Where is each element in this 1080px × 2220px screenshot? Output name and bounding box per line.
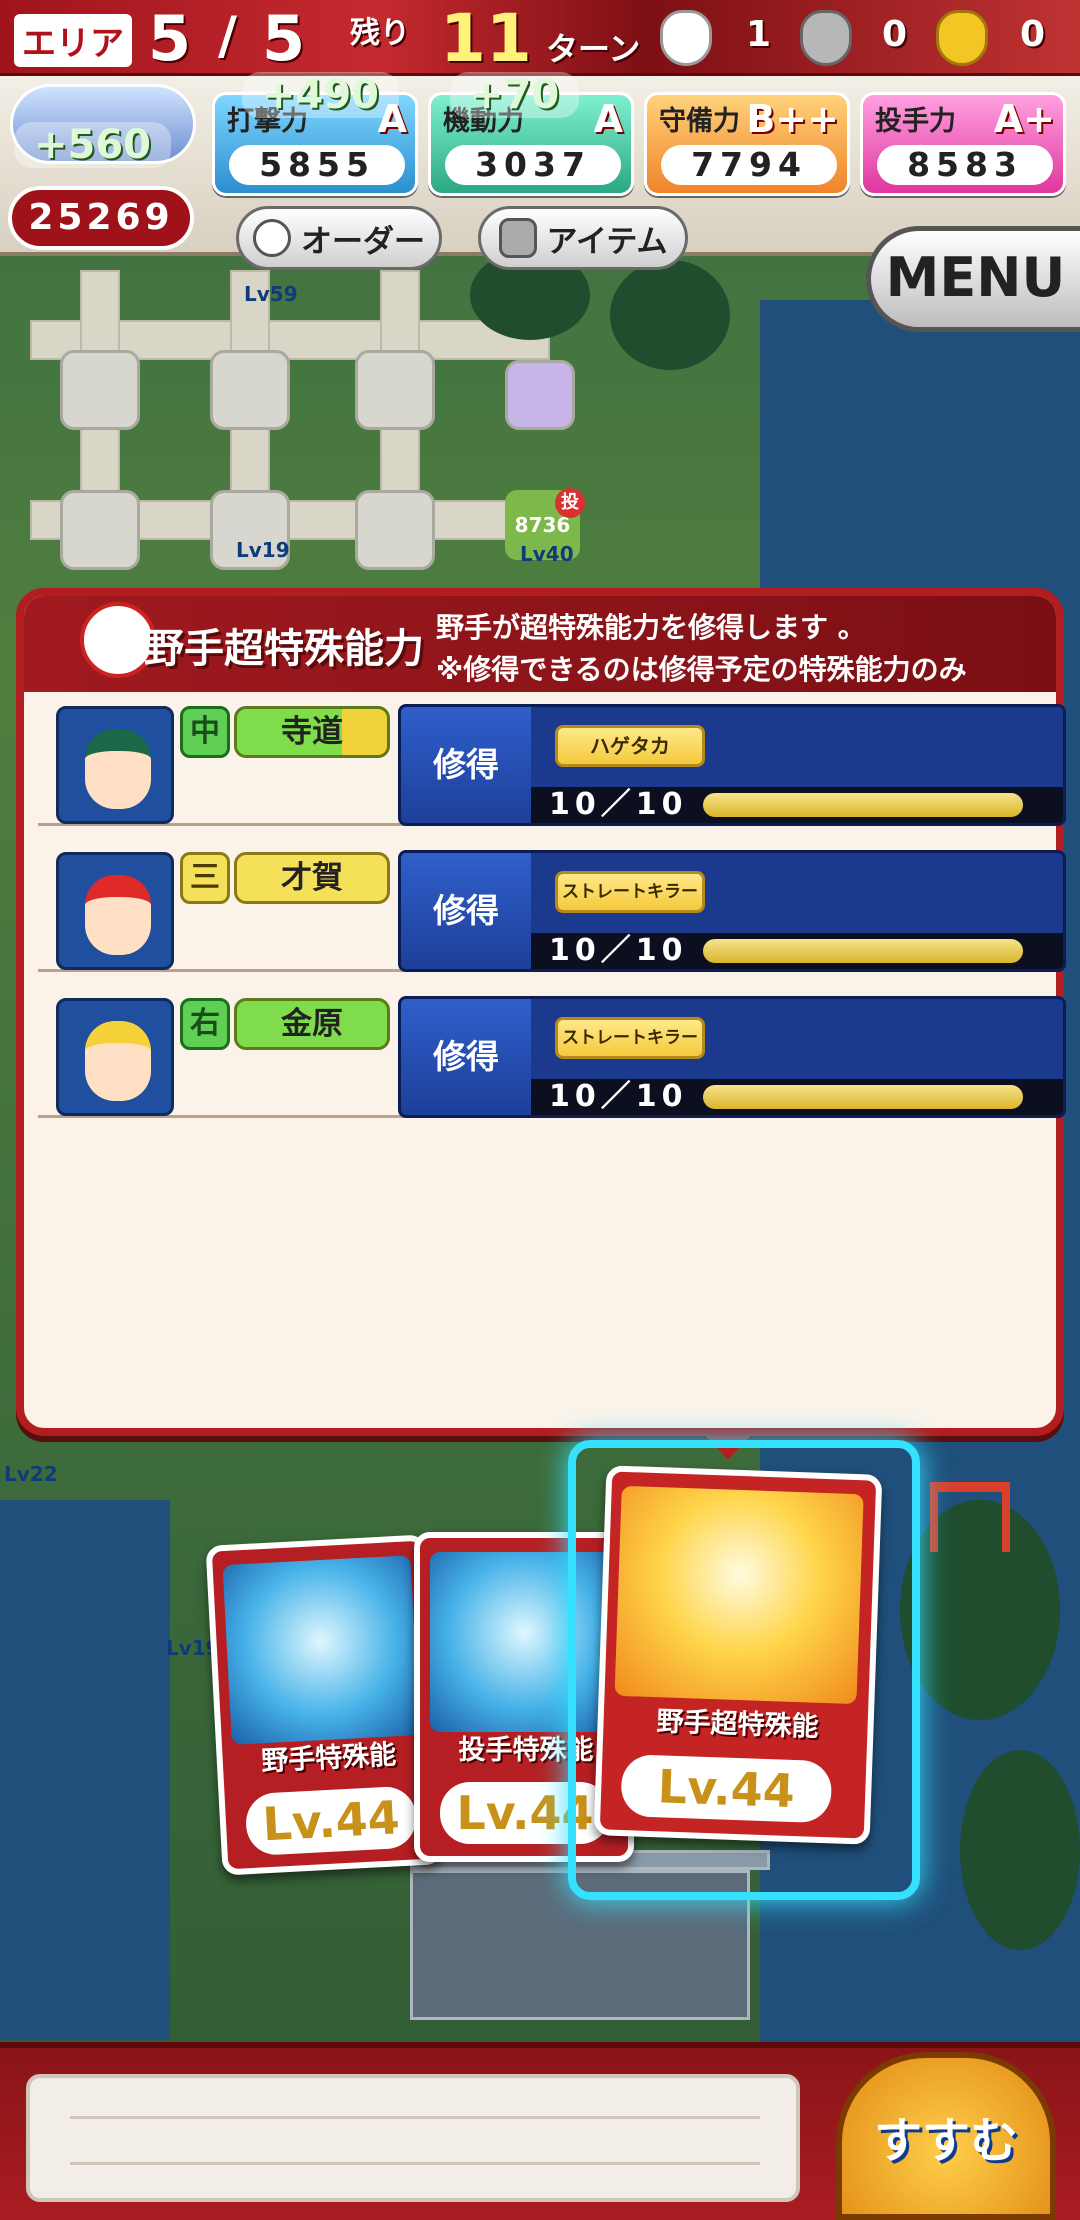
progress-bar — [703, 939, 1023, 963]
progress-bar — [703, 793, 1023, 817]
top-status-bar: エリア 5 / 5 残り 11 ターン 1 0 0 — [0, 0, 1080, 77]
skill-tag: ストレートキラー — [555, 1017, 705, 1059]
backpack-icon — [498, 218, 537, 258]
card-title: 野手超特殊能 — [656, 1706, 820, 1743]
overall-strength-value: 25269 — [8, 186, 194, 250]
pitching-value: 8583 — [877, 145, 1053, 185]
overall-increase-bubble: +560 — [14, 122, 172, 168]
acquire-panel[interactable]: 修得 ストレートキラー 10／10 — [398, 996, 1066, 1118]
position-badge: 中 — [180, 706, 230, 758]
batter-icon — [253, 219, 291, 257]
items-button[interactable]: アイテム — [478, 206, 688, 270]
bag-square[interactable] — [505, 360, 575, 430]
player-portrait — [56, 706, 174, 824]
progress-strip: 10／10 — [531, 1079, 1063, 1115]
progress-strip: 10／10 — [531, 787, 1063, 823]
area-label: エリア — [14, 14, 132, 67]
player-portrait — [56, 998, 174, 1116]
mobility-value: 3037 — [445, 145, 621, 185]
tree — [610, 260, 730, 370]
map-level-label: Lv22 — [4, 1462, 58, 1486]
message-line — [70, 2162, 760, 2165]
mobility-increase-bubble: +70 — [450, 72, 580, 118]
popup-description-line2: ※修得できるのは修得予定の特殊能力のみ — [436, 653, 967, 686]
card-infield-super-ability[interactable]: 野手超特殊能 Lv.44 — [593, 1465, 883, 1845]
pitching-grade: A+ — [993, 97, 1055, 141]
player-row: 三 才賀 修得 ストレートキラー 10／10 — [38, 842, 1066, 972]
defense-grade: B++ — [746, 97, 839, 141]
progress-bar — [703, 1085, 1023, 1109]
gold-bag-count: 0 — [1020, 14, 1046, 55]
progress-count: 10／10 — [549, 787, 688, 822]
popup-description-line1: 野手が超特殊能力を修得します 。 — [436, 611, 866, 644]
card-illustration — [614, 1485, 864, 1705]
batting-value: 5855 — [229, 145, 405, 185]
gold-bag-icon — [936, 10, 988, 66]
map-square[interactable] — [210, 350, 290, 430]
order-button[interactable]: オーダー — [236, 206, 442, 270]
map-square[interactable] — [355, 350, 435, 430]
skill-tag: ストレートキラー — [555, 871, 705, 913]
map-level-label: Lv19 — [236, 538, 290, 562]
card-level: Lv.44 — [620, 1754, 833, 1824]
progress-strip: 10／10 — [531, 933, 1063, 969]
popup-header: 野手超特殊能力 野手が超特殊能力を修得します 。 ※修得できるのは修得予定の特殊… — [24, 596, 1056, 692]
torii-gate — [930, 1482, 1010, 1552]
bay — [0, 1500, 170, 2040]
position-badge: 右 — [180, 998, 230, 1050]
white-bag-count: 1 — [746, 14, 772, 55]
message-box — [26, 2074, 800, 2202]
player-name: 才賀 — [234, 852, 390, 904]
player-row: 中 寺道 修得 ハゲタカ 10／10 — [38, 696, 1066, 826]
player-name: 寺道 — [234, 706, 390, 758]
turns-label: ターン — [546, 30, 641, 68]
defense-value: 7794 — [661, 145, 837, 185]
map-square[interactable] — [60, 490, 140, 570]
player-name: 金原 — [234, 998, 390, 1050]
infield-super-ability-popup: 野手超特殊能力 野手が超特殊能力を修得します 。 ※修得できるのは修得予定の特殊… — [16, 588, 1066, 1436]
acquire-label: 修得 — [401, 707, 531, 823]
enemy-score: 8736 — [514, 513, 571, 537]
skill-tag: ハゲタカ — [555, 725, 705, 767]
advance-button[interactable]: すすむ — [836, 2052, 1056, 2220]
player-row: 右 金原 修得 ストレートキラー 10／10 — [38, 988, 1066, 1118]
map-level-label: Lv40 — [520, 542, 574, 566]
white-bag-icon — [660, 10, 712, 66]
acquire-label: 修得 — [401, 999, 531, 1115]
message-line — [70, 2116, 760, 2119]
pitcher-mark: 投 — [555, 488, 585, 518]
silver-bag-count: 0 — [882, 14, 908, 55]
area-total: 5 — [262, 2, 306, 75]
turns-value: 11 — [440, 0, 532, 77]
map-square[interactable] — [355, 490, 435, 570]
defense-stat: 守備力 B++ 7794 — [644, 92, 850, 196]
map-level-label: Lv59 — [244, 282, 298, 306]
position-badge: 三 — [180, 852, 230, 904]
mobility-grade: A — [593, 97, 623, 141]
items-button-label: アイテム — [546, 223, 668, 260]
progress-count: 10／10 — [549, 933, 688, 968]
batting-increase-bubble: +490 — [242, 72, 400, 118]
silver-bag-icon — [800, 10, 852, 66]
acquire-panel[interactable]: 修得 ストレートキラー 10／10 — [398, 850, 1066, 972]
menu-button[interactable]: MENU — [866, 226, 1080, 332]
pitching-stat: 投手力 A+ 8583 — [860, 92, 1066, 196]
tree — [960, 1750, 1080, 1950]
area-separator: / — [218, 6, 237, 66]
card-illustration — [222, 1555, 420, 1745]
acquire-panel[interactable]: 修得 ハゲタカ 10／10 — [398, 704, 1066, 826]
acquire-label: 修得 — [401, 853, 531, 969]
order-button-label: オーダー — [301, 223, 425, 260]
popup-title: 野手超特殊能力 — [144, 626, 424, 672]
card-infield-ability[interactable]: 野手特殊能 Lv.44 — [205, 1534, 443, 1876]
remaining-label: 残り — [350, 16, 410, 51]
pitching-label: 投手力 — [875, 106, 956, 137]
card-level: Lv.44 — [244, 1785, 418, 1857]
player-portrait — [56, 852, 174, 970]
map-square[interactable] — [60, 350, 140, 430]
advance-button-label: すすむ — [873, 2113, 1018, 2169]
area-current: 5 — [148, 2, 192, 75]
defense-label: 守備力 — [659, 106, 740, 137]
progress-count: 10／10 — [549, 1079, 688, 1114]
